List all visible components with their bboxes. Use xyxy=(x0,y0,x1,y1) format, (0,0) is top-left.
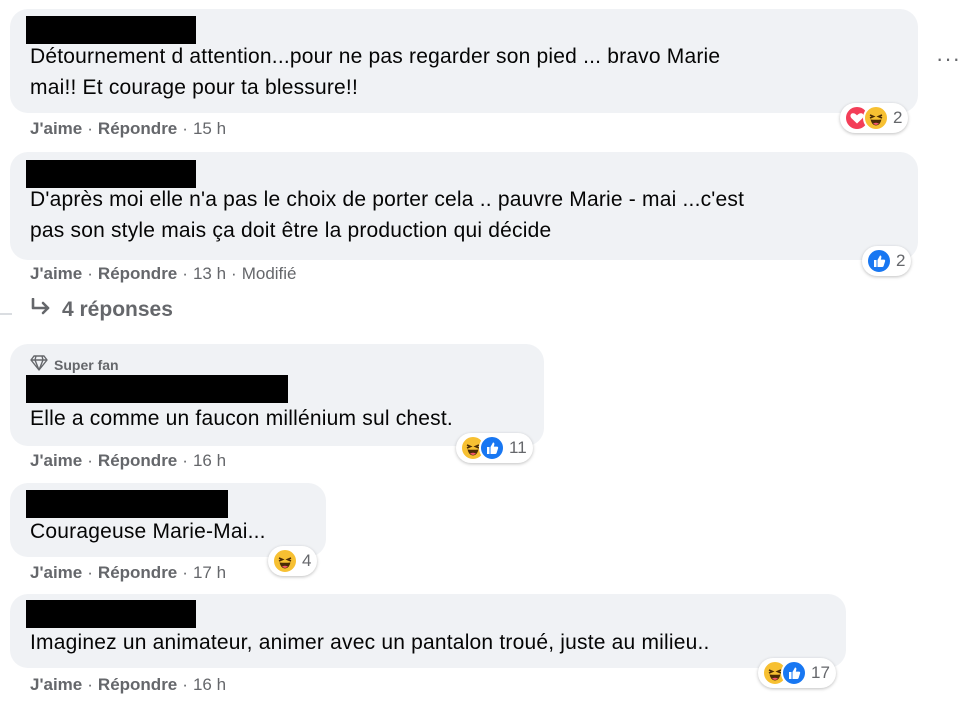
haha-reaction-icon xyxy=(272,548,298,574)
like-reaction-icon xyxy=(781,660,807,686)
reactions-summary[interactable]: 2 xyxy=(862,246,912,276)
like-link[interactable]: J'aime xyxy=(30,119,82,138)
reactions-summary[interactable]: 2 xyxy=(840,103,909,133)
redacted-author-name xyxy=(26,16,196,44)
reply-link[interactable]: Répondre xyxy=(98,675,177,694)
reaction-count: 4 xyxy=(302,551,312,570)
reply-text-line: Elle a comme un faucon millénium sul che… xyxy=(30,407,453,430)
reply-link[interactable]: Répondre xyxy=(98,264,177,283)
reply-text-line: Imaginez un animateur, animer avec un pa… xyxy=(30,631,710,654)
super-fan-badge[interactable]: Super fan xyxy=(30,355,119,374)
like-link[interactable]: J'aime xyxy=(30,675,82,694)
thread-line xyxy=(0,313,12,315)
reaction-count: 2 xyxy=(896,251,906,270)
like-link[interactable]: J'aime xyxy=(30,264,82,283)
comment-actions: J'aime · Répondre · 15 h xyxy=(30,119,227,138)
redacted-author-name xyxy=(26,600,196,628)
reactions-summary[interactable]: 17 xyxy=(758,658,836,688)
comment-actions: J'aime · Répondre · 13 h · Modifié xyxy=(30,264,297,283)
reaction-count: 17 xyxy=(811,663,830,682)
diamond-icon xyxy=(30,355,48,374)
view-replies-link[interactable]: 4 réponses xyxy=(30,297,173,322)
comment-text-line: mai!! Et courage pour ta blessure!! xyxy=(30,76,358,99)
reply-actions: J'aime · Répondre · 16 h xyxy=(30,675,227,694)
reactions-summary[interactable]: 11 xyxy=(456,433,533,463)
badge-label: Super fan xyxy=(54,356,119,373)
like-link[interactable]: J'aime xyxy=(30,451,82,470)
redacted-author-name xyxy=(26,160,196,188)
like-reaction-icon xyxy=(479,435,505,461)
timestamp[interactable]: 16 h xyxy=(193,451,226,470)
like-reaction-icon xyxy=(866,248,892,274)
haha-reaction-icon xyxy=(863,105,889,131)
reply-link[interactable]: Répondre xyxy=(98,451,177,470)
replies-count-label: 4 réponses xyxy=(62,298,173,321)
timestamp[interactable]: 16 h xyxy=(193,675,226,694)
reply-arrow-icon xyxy=(30,297,52,322)
reaction-count: 2 xyxy=(893,108,903,127)
redacted-author-name xyxy=(26,375,288,403)
timestamp[interactable]: 17 h xyxy=(193,563,226,582)
comment-text-line: Détournement d attention...pour ne pas r… xyxy=(30,45,721,68)
reactions-summary[interactable]: 4 xyxy=(268,546,318,576)
comment-text-line: D'après moi elle n'a pas le choix de por… xyxy=(30,188,745,211)
edited-label[interactable]: Modifié xyxy=(242,264,297,283)
comment-text-line: pas son style mais ça doit être la produ… xyxy=(30,219,552,242)
timestamp[interactable]: 13 h xyxy=(193,264,226,283)
reply-actions: J'aime · Répondre · 17 h xyxy=(30,563,227,582)
reply-actions: J'aime · Répondre · 16 h xyxy=(30,451,227,470)
more-options-icon[interactable]: ··· xyxy=(936,48,961,70)
reply-link[interactable]: Répondre xyxy=(98,563,177,582)
reply-text-line: Courageuse Marie-Mai... xyxy=(30,520,266,543)
redacted-author-name xyxy=(26,490,228,518)
timestamp[interactable]: 15 h xyxy=(193,119,226,138)
reply-link[interactable]: Répondre xyxy=(98,119,177,138)
reaction-count: 11 xyxy=(509,438,527,457)
like-link[interactable]: J'aime xyxy=(30,563,82,582)
